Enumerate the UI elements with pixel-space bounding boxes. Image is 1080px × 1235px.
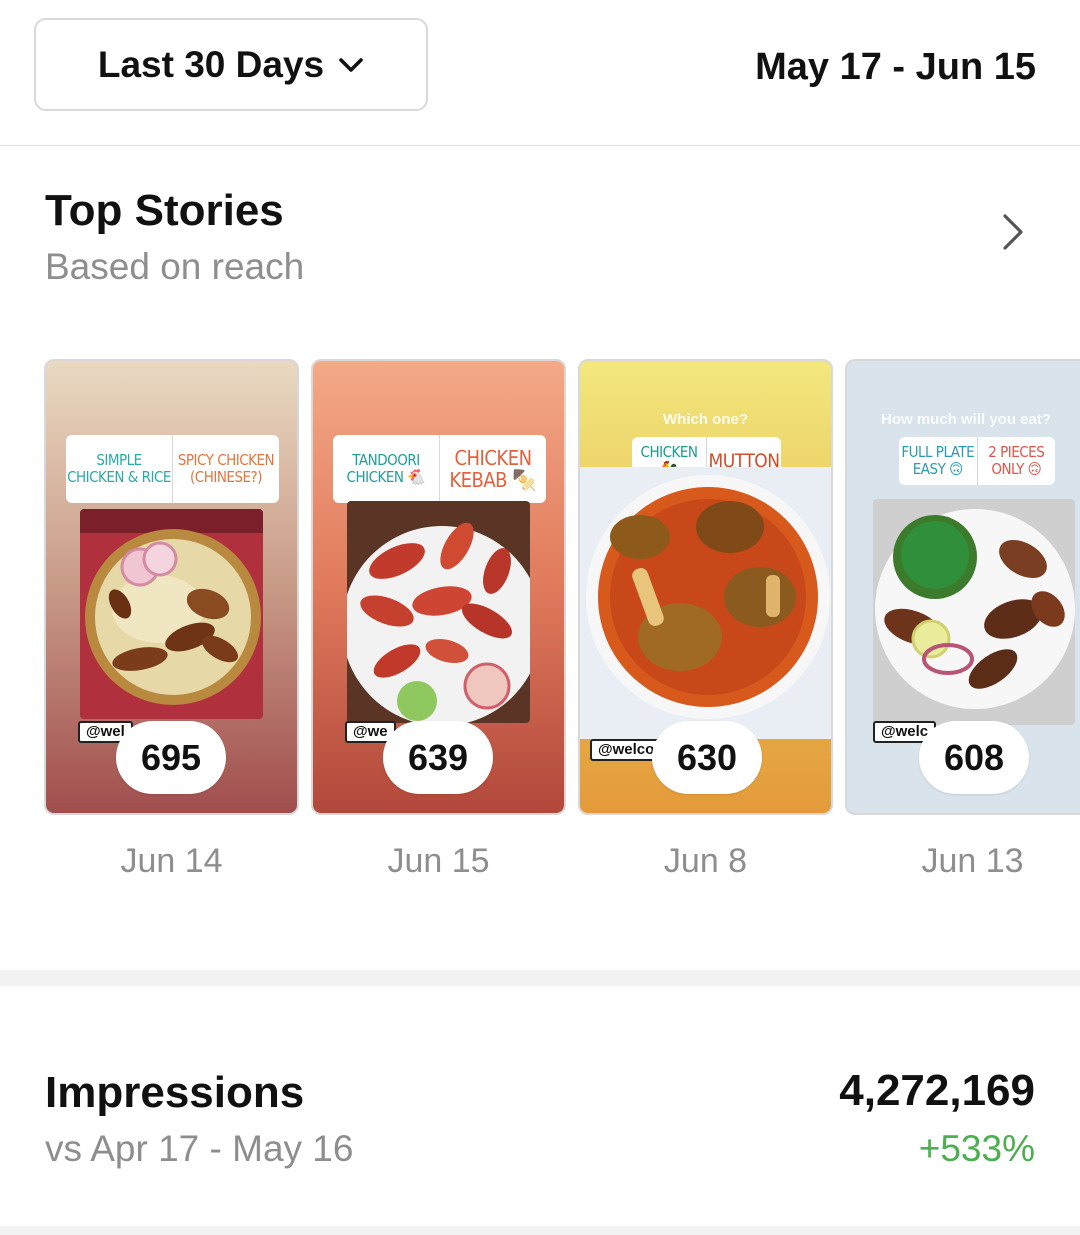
reach-count: 639 xyxy=(383,721,493,794)
poll-option-1: FULL PLATE EASY 🙃 xyxy=(901,443,975,478)
story-date-4: Jun 13 xyxy=(921,842,1024,880)
chevron-down-icon xyxy=(339,57,363,72)
poll-option-2: 2 PIECES ONLY 🙃 xyxy=(976,437,1056,485)
reach-count: 608 xyxy=(919,721,1029,794)
story-card-2[interactable]: TANDOORI CHICKEN 🐔 CHICKEN KEBAB 🍢 @we 6… xyxy=(311,359,566,815)
story-date-2: Jun 15 xyxy=(387,842,490,880)
date-range-dropdown[interactable]: Last 30 Days xyxy=(34,18,428,111)
poll-question: How much will you eat? xyxy=(880,411,1052,428)
story-card-1[interactable]: SIMPLE CHICKEN & RICE SPICY CHICKEN (CHI… xyxy=(44,359,299,815)
date-range-text: May 17 - Jun 15 xyxy=(755,46,1036,88)
bottom-divider xyxy=(0,1226,1080,1235)
poll-option-1: SIMPLE CHICKEN & RICE xyxy=(67,451,171,486)
poll-sticker: TANDOORI CHICKEN 🐔 CHICKEN KEBAB 🍢 xyxy=(333,435,546,503)
poll-sticker: FULL PLATE EASY 🙃 2 PIECES ONLY 🙃 xyxy=(899,437,1055,485)
poll-option-1: TANDOORI CHICKEN 🐔 xyxy=(346,451,426,486)
story-date-3: Jun 8 xyxy=(663,842,748,880)
chevron-right-icon[interactable] xyxy=(998,210,1028,254)
impressions-title: Impressions xyxy=(45,1068,305,1117)
section-divider xyxy=(0,970,1080,986)
story-photo xyxy=(80,509,263,719)
story-photo xyxy=(347,501,530,723)
story-card-3[interactable]: Which one? CHICKEN 🐓 MUTTON @welcor 630 xyxy=(578,359,833,815)
header: Last 30 Days May 17 - Jun 15 xyxy=(0,0,1080,146)
story-photo xyxy=(580,467,831,739)
impressions-change: +533% xyxy=(918,1128,1035,1169)
story-date-1: Jun 14 xyxy=(120,842,223,880)
story-photo xyxy=(873,499,1075,725)
story-card-4[interactable]: How much will you eat? FULL PLATE EASY 🙃… xyxy=(845,359,1080,815)
reach-count: 630 xyxy=(652,721,762,794)
impressions-comparison: vs Apr 17 - May 16 xyxy=(45,1128,354,1169)
poll-option-2: CHICKEN KEBAB 🍢 xyxy=(439,435,546,503)
poll-option-2: SPICY CHICKEN (CHINESE?) xyxy=(172,435,279,503)
impressions-value: 4,272,169 xyxy=(839,1066,1035,1115)
poll-sticker: SIMPLE CHICKEN & RICE SPICY CHICKEN (CHI… xyxy=(66,435,279,503)
top-stories-subtitle: Based on reach xyxy=(45,246,305,287)
reach-count: 695 xyxy=(116,721,226,794)
poll-question: Which one? xyxy=(663,411,748,428)
top-stories-title: Top Stories xyxy=(45,186,284,235)
date-range-dropdown-label: Last 30 Days xyxy=(97,43,325,85)
